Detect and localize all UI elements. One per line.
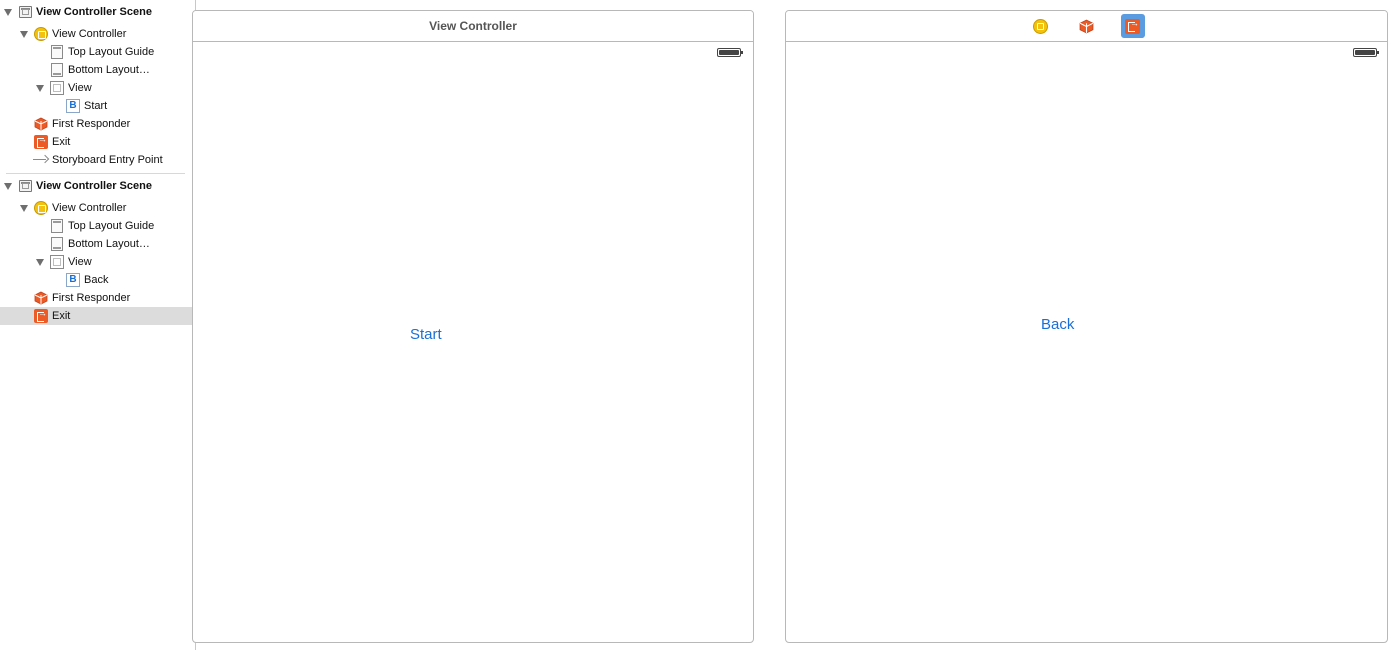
outline-item-label: Start — [84, 100, 108, 112]
outline-view-1[interactable]: View — [0, 79, 195, 97]
disclosure-triangle-icon[interactable] — [3, 7, 13, 17]
document-outline: View Controller Scene View Controller To… — [0, 0, 196, 650]
disclosure-triangle-icon[interactable] — [19, 203, 29, 213]
outline-button-back[interactable]: B Back — [0, 271, 195, 289]
scene-view-controller-start[interactable]: View Controller Start — [192, 10, 754, 643]
first-responder-icon — [34, 117, 48, 131]
first-responder-icon — [34, 291, 48, 305]
view-controller-icon — [34, 201, 48, 215]
first-responder-icon — [1079, 19, 1094, 33]
battery-icon — [717, 48, 743, 57]
outline-scene-1[interactable]: View Controller Scene — [0, 3, 195, 21]
disclosure-triangle-icon[interactable] — [35, 83, 45, 93]
dock-first-responder-icon[interactable] — [1075, 14, 1099, 38]
disclosure-triangle-icon[interactable] — [35, 257, 45, 267]
battery-icon — [1353, 48, 1379, 57]
outline-bottom-layout-guide-1[interactable]: Bottom Layout… — [0, 61, 195, 79]
outline-scene-2[interactable]: View Controller Scene — [0, 177, 195, 195]
outline-item-label: Bottom Layout… — [68, 64, 150, 76]
outline-storyboard-entry-point[interactable]: Storyboard Entry Point — [0, 151, 195, 169]
layout-guide-icon — [50, 219, 64, 233]
scene-view-controller-back[interactable]: Back — [785, 10, 1388, 643]
layout-guide-icon — [50, 237, 64, 251]
outline-item-label: Top Layout Guide — [68, 220, 155, 232]
outline-button-start[interactable]: B Start — [0, 97, 195, 115]
entry-point-arrow-icon — [33, 153, 49, 167]
outline-item-label: Storyboard Entry Point — [52, 154, 163, 166]
outline-first-responder-1[interactable]: First Responder — [0, 115, 195, 133]
outline-view-controller-2[interactable]: View Controller — [0, 199, 195, 217]
outline-scene-title: View Controller Scene — [36, 6, 152, 18]
disclosure-triangle-icon[interactable] — [3, 181, 13, 191]
outline-first-responder-2[interactable]: First Responder — [0, 289, 195, 307]
outline-exit-2[interactable]: Exit — [0, 307, 195, 325]
view-icon — [50, 81, 64, 95]
outline-item-label: Exit — [52, 310, 71, 322]
start-button[interactable]: Start — [410, 326, 442, 343]
outline-item-label: View Controller — [52, 202, 127, 214]
exit-icon — [34, 134, 48, 149]
scene-icon — [18, 5, 32, 19]
layout-guide-icon — [50, 45, 64, 59]
view-controller-icon — [1033, 18, 1048, 34]
scene-dock[interactable] — [786, 11, 1387, 42]
outline-item-label: View Controller — [52, 28, 127, 40]
outline-item-label: First Responder — [52, 292, 131, 304]
outline-bottom-layout-guide-2[interactable]: Bottom Layout… — [0, 235, 195, 253]
dock-view-controller-icon[interactable] — [1029, 14, 1053, 38]
outline-item-label: First Responder — [52, 118, 131, 130]
outline-exit-1[interactable]: Exit — [0, 133, 195, 151]
outline-item-label: Top Layout Guide — [68, 46, 155, 58]
outline-scene-title: View Controller Scene — [36, 180, 152, 192]
outline-item-label: Exit — [52, 136, 71, 148]
storyboard-canvas[interactable]: View Controller Start Back — [192, 0, 1398, 650]
outline-top-layout-guide-1[interactable]: Top Layout Guide — [0, 43, 195, 61]
outline-item-label: Bottom Layout… — [68, 238, 150, 250]
scene-title: View Controller — [429, 19, 517, 33]
layout-guide-icon — [50, 63, 64, 77]
view-icon — [50, 255, 64, 269]
scene-title-bar[interactable]: View Controller — [193, 11, 753, 42]
back-button[interactable]: Back — [1041, 316, 1074, 333]
outline-separator — [6, 173, 185, 174]
button-icon: B — [66, 273, 80, 287]
outline-item-label: View — [68, 82, 92, 94]
outline-item-label: View — [68, 256, 92, 268]
exit-icon — [1125, 18, 1140, 34]
view-controller-icon — [34, 27, 48, 41]
button-icon: B — [66, 99, 80, 113]
outline-item-label: Back — [84, 274, 109, 286]
exit-icon — [34, 308, 48, 323]
scene-icon — [18, 179, 32, 193]
disclosure-triangle-icon[interactable] — [19, 29, 29, 39]
outline-view-controller-1[interactable]: View Controller — [0, 25, 195, 43]
outline-top-layout-guide-2[interactable]: Top Layout Guide — [0, 217, 195, 235]
outline-view-2[interactable]: View — [0, 253, 195, 271]
dock-exit-icon[interactable] — [1120, 14, 1145, 38]
